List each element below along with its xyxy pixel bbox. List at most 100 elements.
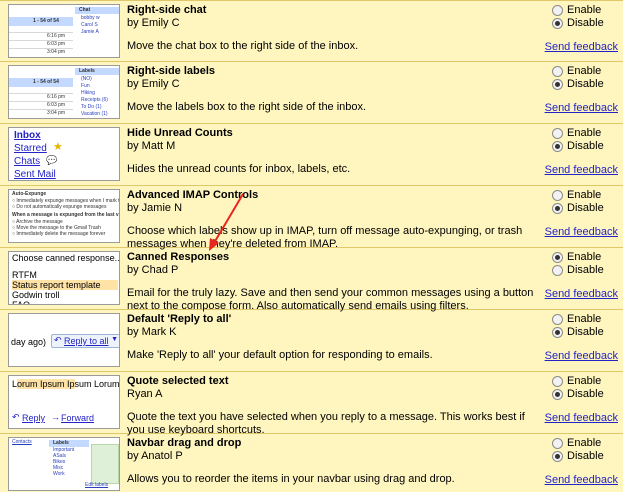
lab-row: Contacts Labels Important ASals Bikes Misc Wor…: [0, 434, 623, 492]
thumb-quote-text: Lorum Ipsum Ipsum Lorum I: [12, 379, 119, 389]
enable-radio[interactable]: [552, 438, 563, 449]
lab-screenshot: Lorum Ipsum Ipsum Lorum I ↶ Reply → Forward: [8, 375, 120, 429]
disable-radio[interactable]: [552, 265, 563, 276]
thumb-time: 3:04 pm: [47, 49, 66, 55]
disable-radio[interactable]: [552, 203, 563, 214]
disable-radio[interactable]: [552, 79, 563, 90]
enable-radio[interactable]: [552, 66, 563, 77]
lab-title: Default 'Reply to all': [127, 313, 232, 325]
enable-option[interactable]: Enable: [552, 65, 622, 78]
thumb-panel-item: Receipts (6): [81, 97, 108, 103]
enable-option[interactable]: Enable: [552, 4, 622, 17]
thumb-link: Sent Mail: [14, 169, 56, 180]
lab-screenshot: Contacts Labels Important ASals Bikes Misc Wor…: [8, 437, 120, 491]
thumb-panel-item: Vacation (1): [81, 111, 108, 117]
disable-option[interactable]: Disable: [552, 78, 622, 91]
lab-row: Inbox Starred Chats Sent Mail ★ 💬 Hide Unread…: [0, 124, 623, 186]
thumb-count: 1 - 54 of 54: [33, 18, 59, 24]
chat-bubble-icon: 💬: [46, 155, 58, 165]
enable-option[interactable]: Enable: [552, 437, 622, 450]
enable-radio[interactable]: [552, 128, 563, 139]
send-feedback-link[interactable]: Send feedback: [545, 474, 618, 486]
thumb-reply-button: ↶ Reply to all ▼: [51, 334, 119, 348]
thumb-edit-labels: Edit labels: [85, 482, 109, 488]
disable-radio[interactable]: [552, 389, 563, 400]
thumb-panel-item: Jamie A: [81, 29, 99, 35]
thumb-option: Status report template: [12, 280, 118, 290]
disable-radio[interactable]: [552, 18, 563, 29]
lab-author: by Emily C: [127, 17, 180, 29]
enable-option[interactable]: Enable: [552, 189, 622, 202]
disable-option[interactable]: Disable: [552, 388, 622, 401]
send-feedback-link[interactable]: Send feedback: [545, 102, 618, 114]
lab-title: Quote selected text: [127, 375, 229, 387]
lab-screenshot: Auto-Expunge ○ Immediately expunge messag…: [8, 189, 120, 243]
enable-label: Enable: [567, 251, 602, 263]
lab-author: by Chad P: [127, 264, 179, 276]
send-feedback-link[interactable]: Send feedback: [545, 350, 618, 362]
lab-title: Navbar drag and drop: [127, 437, 242, 449]
thumb-select: Choose canned response...: [12, 253, 120, 263]
thumb-panel-item: Fun: [81, 83, 90, 89]
lab-screenshot: 1 - 54 of 54 6:16 pm 6:03 pm 3:04 pm Labels (…: [8, 65, 120, 119]
enable-radio[interactable]: [552, 376, 563, 387]
lab-options: Enable Disable: [552, 4, 622, 30]
send-feedback-link[interactable]: Send feedback: [545, 412, 618, 424]
disable-option[interactable]: Disable: [552, 326, 622, 339]
enable-radio[interactable]: [552, 190, 563, 201]
lab-options: Enable Disable: [552, 313, 622, 339]
send-feedback-link[interactable]: Send feedback: [545, 226, 618, 238]
lab-title: Canned Responses: [127, 251, 230, 263]
disable-option[interactable]: Disable: [552, 450, 622, 463]
disable-option[interactable]: Disable: [552, 17, 622, 30]
send-feedback-link[interactable]: Send feedback: [545, 288, 618, 300]
disable-radio[interactable]: [552, 451, 563, 462]
disable-label: Disable: [567, 140, 604, 152]
lab-author: by Matt M: [127, 140, 176, 152]
enable-option[interactable]: Enable: [552, 127, 622, 140]
thumb-heading: When a message is expunged from the last…: [12, 212, 120, 218]
enable-label: Enable: [567, 127, 602, 139]
thumb-count: 1 - 54 of 54: [33, 79, 59, 85]
thumb-panel-title: Chat: [79, 7, 91, 13]
thumb-links: Inbox Starred Chats Sent Mail: [9, 128, 119, 180]
lab-description: Make 'Reply to all' your default option …: [127, 349, 433, 361]
thumb-panel-item: Work: [53, 471, 65, 477]
thumb-option: FAQ: [12, 300, 31, 305]
disable-label: Disable: [567, 450, 604, 462]
send-feedback-link[interactable]: Send feedback: [545, 41, 618, 53]
lab-author: Ryan A: [127, 388, 163, 400]
thumb-time: 3:04 pm: [47, 110, 66, 116]
enable-radio[interactable]: [552, 314, 563, 325]
disable-option[interactable]: Disable: [552, 202, 622, 215]
lab-info: Right-side labels by Emily C Move the la…: [127, 65, 545, 114]
enable-radio[interactable]: [552, 252, 563, 263]
lab-info: Default 'Reply to all' by Mark K Make 'R…: [127, 313, 545, 362]
thumb-option: Godwin troll: [12, 290, 60, 300]
lab-options: Enable Disable: [552, 65, 622, 91]
disable-radio[interactable]: [552, 141, 563, 152]
lab-screenshot: Inbox Starred Chats Sent Mail ★ 💬: [8, 127, 120, 181]
lab-screenshot: day ago) ↶ Reply to all ▼: [8, 313, 120, 367]
thumb-option: RTFM: [12, 270, 37, 280]
enable-option[interactable]: Enable: [552, 375, 622, 388]
disable-option[interactable]: Disable: [552, 140, 622, 153]
thumb-option: ○ Immediately delete the message forever: [12, 231, 106, 237]
enable-option[interactable]: Enable: [552, 313, 622, 326]
enable-option[interactable]: Enable: [552, 251, 622, 264]
enable-radio[interactable]: [552, 5, 563, 16]
disable-option[interactable]: Disable: [552, 264, 622, 277]
lab-title: Advanced IMAP Controls: [127, 189, 259, 201]
thumb-link: Chats: [14, 156, 41, 167]
send-feedback-link[interactable]: Send feedback: [545, 164, 618, 176]
disable-radio[interactable]: [552, 327, 563, 338]
enable-label: Enable: [567, 375, 602, 387]
lab-description: Allows you to reorder the items in your …: [127, 473, 455, 485]
lab-options: Enable Disable: [552, 189, 622, 215]
lab-info: Advanced IMAP Controls by Jamie N Choose…: [127, 189, 545, 251]
thumb-canned: Choose canned response... RTFM Status repo…: [9, 252, 119, 304]
thumb-contacts: Contacts: [12, 439, 32, 445]
lab-title: Right-side labels: [127, 65, 216, 77]
lab-row: day ago) ↶ Reply to all ▼ Default 'Reply to…: [0, 310, 623, 372]
labs-list: 1 - 54 of 54 6:16 pm 6:03 pm 3:04 pm Chat bob…: [0, 0, 623, 492]
